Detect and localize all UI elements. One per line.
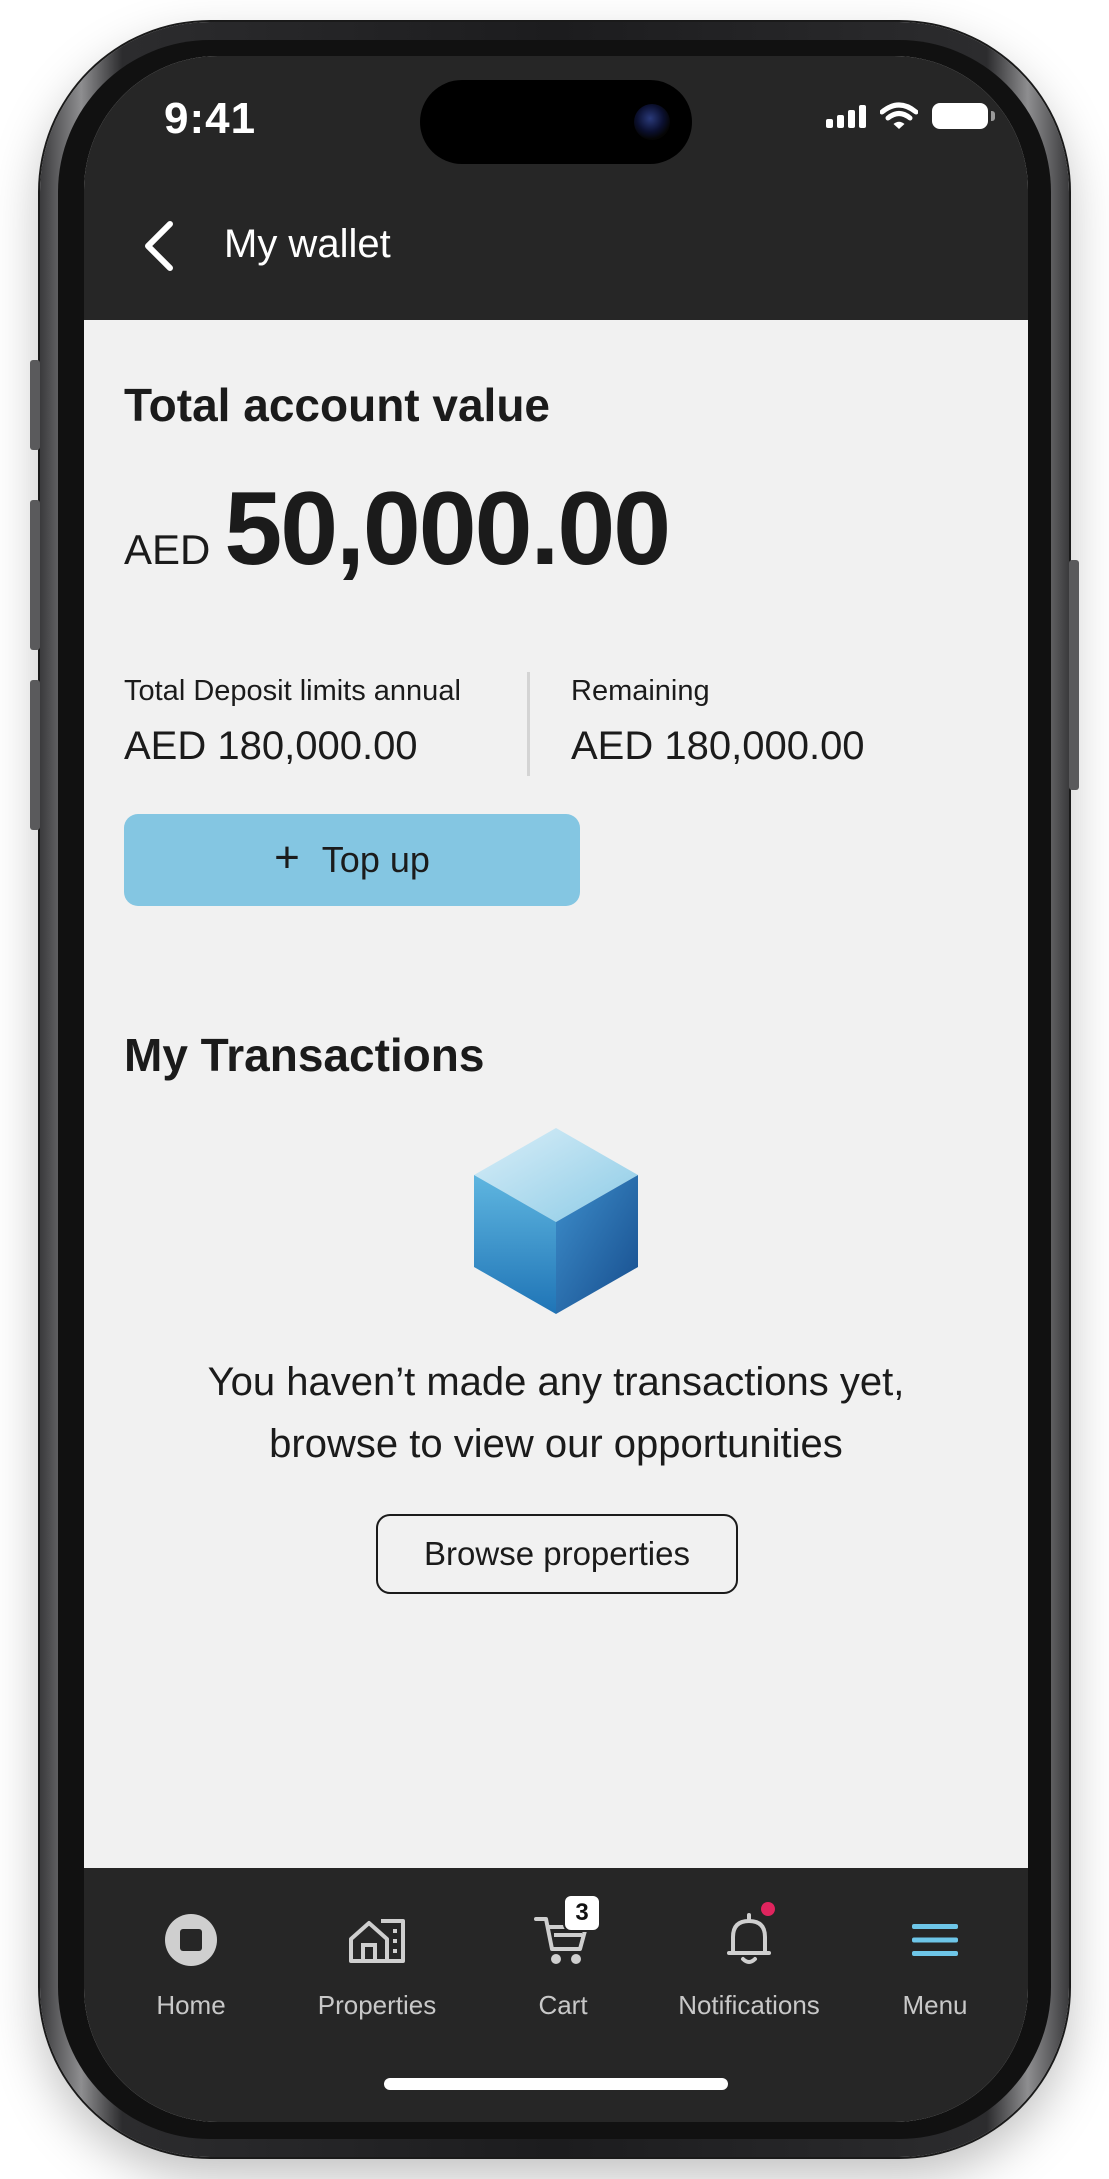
tab-home[interactable]: Home [98,1904,284,2044]
remaining-stat: Remaining AED 180,000.00 [571,675,865,769]
total-account-value-title: Total account value [124,379,551,431]
empty-message-line-2: browse to view our opportunities [269,1422,843,1466]
home-icon [155,1904,227,1976]
side-button [30,360,40,450]
menu-icon [899,1904,971,1976]
balance-amount: 50,000.00 [224,471,671,587]
cart-icon: 3 [527,1894,601,1976]
page-title: My wallet [224,222,391,266]
stat-divider [527,672,530,776]
status-time: 9:41 [164,94,257,143]
top-up-button[interactable]: + Top up [124,814,580,906]
tab-label-menu: Menu [902,1990,968,2020]
volume-up-button [30,500,40,650]
tab-label-properties: Properties [317,1990,437,2020]
properties-icon [341,1904,413,1976]
browse-properties-button[interactable]: Browse properties [376,1514,738,1594]
power-button [1069,560,1079,790]
tab-label-notifications: Notifications [678,1990,820,2020]
tab-menu[interactable]: Menu [842,1904,1028,2044]
deposit-limit-stat: Total Deposit limits annual AED 180,000.… [124,675,461,769]
empty-message-line-1: You haven’t made any transactions yet, [207,1360,905,1404]
tab-cart[interactable]: 3 Cart [470,1894,656,2044]
chevron-left-icon [145,221,173,271]
phone-screen: 9:41 My wallet Total account value AED 5… [84,56,1028,2122]
wifi-icon [880,102,918,129]
battery-icon [932,103,995,129]
cart-count-badge: 3 [563,1894,601,1932]
top-bar: 9:41 My wallet [84,56,1028,320]
home-indicator[interactable] [384,2078,728,2090]
top-up-label: Top up [321,839,430,880]
my-transactions-title: My Transactions [124,1029,485,1081]
notification-dot [761,1902,775,1916]
tab-notifications[interactable]: Notifications [656,1902,842,2044]
tab-label-home: Home [156,1990,226,2020]
volume-down-button [30,680,40,830]
signal-bars-icon [826,104,866,128]
deposit-limit-value: AED 180,000.00 [124,724,418,768]
balance-row: AED 50,000.00 [124,470,671,589]
status-icons [826,102,995,130]
plus-icon: + [274,833,300,882]
back-button[interactable] [128,216,188,276]
cube-icon [474,1128,638,1314]
remaining-label: Remaining [571,675,710,707]
camera-icon [634,104,670,140]
remaining-value: AED 180,000.00 [571,724,865,768]
balance-currency: AED [124,526,211,573]
tab-label-cart: Cart [538,1990,588,2020]
deposit-limit-label: Total Deposit limits annual [124,675,461,707]
dynamic-island [420,80,692,164]
bell-icon [713,1902,785,1976]
tab-properties[interactable]: Properties [284,1904,470,2044]
